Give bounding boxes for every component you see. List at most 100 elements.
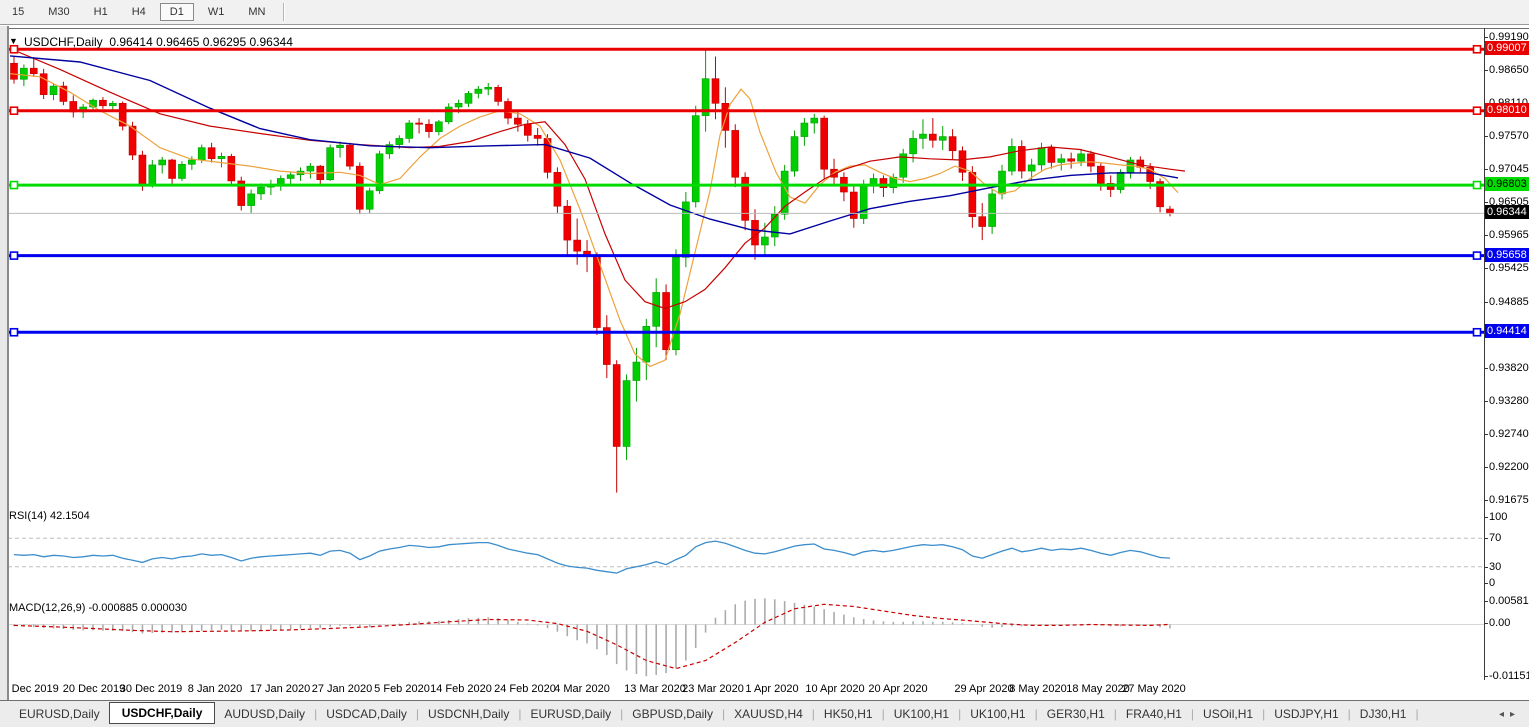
price-tick-label: 0.95965 (1489, 229, 1529, 241)
price-badge-0.98010: 0.98010 (1485, 103, 1529, 117)
date-label: 29 Apr 2020 (954, 683, 1013, 695)
tab-scroll-right-icon[interactable]: ▸ (1510, 709, 1521, 720)
rsi-line (14, 541, 1170, 573)
date-label: 14 Feb 2020 (430, 683, 492, 695)
date-label: 27 Jan 2020 (312, 683, 373, 695)
date-label: 20 Dec 2019 (63, 683, 125, 695)
chart-ohlc-values: 0.96414 0.96465 0.96295 0.96344 (109, 35, 293, 49)
timeframe-button-H4[interactable]: H4 (122, 3, 156, 21)
tab-GBPUSD,Daily[interactable]: GBPUSD,Daily (623, 704, 722, 724)
line-anchor-icon[interactable] (11, 107, 18, 114)
date-label: 5 Feb 2020 (374, 683, 430, 695)
window-left-border (0, 26, 9, 700)
date-label: 23 Mar 2020 (682, 683, 744, 695)
price-badge-0.96803: 0.96803 (1485, 177, 1529, 191)
date-label: 1 Apr 2020 (745, 683, 798, 695)
tab-FRA40,H1[interactable]: FRA40,H1 (1117, 704, 1191, 724)
line-anchor-icon[interactable] (1474, 107, 1481, 114)
price-badge-0.95658: 0.95658 (1485, 248, 1529, 262)
price-tick-label: 0.95425 (1489, 262, 1529, 274)
price-tick-label: 0.94885 (1489, 296, 1529, 308)
tab-USOil,H1[interactable]: USOil,H1 (1194, 704, 1262, 724)
price-tick-label: 0.91675 (1489, 494, 1529, 506)
macd-tick-label: 0.005818 (1489, 595, 1529, 607)
price-tick-label: 0.97045 (1489, 163, 1529, 175)
macd-tick-label: 0.00 (1489, 617, 1529, 629)
price-tick-label: 0.92740 (1489, 428, 1529, 440)
ma-slow-blue (10, 56, 1178, 234)
price-badge-0.96344: 0.96344 (1485, 205, 1529, 219)
chart-marker-icon: ▼ (9, 36, 18, 46)
price-tick-label: 0.93820 (1489, 362, 1529, 374)
macd-histogram (14, 598, 1170, 676)
timeframe-toolbar: 15M30 H1H4D1W1MN (0, 0, 1529, 25)
date-label: 4 Mar 2020 (554, 683, 610, 695)
date-label: 8 Jan 2020 (188, 683, 242, 695)
rsi-panel: RSI(14) 42.1504 (0, 506, 1529, 600)
macd-panel: MACD(12,26,9) -0.000885 0.000030 (0, 598, 1529, 681)
line-anchor-icon[interactable] (11, 252, 18, 259)
date-label: 18 May 2020 (1066, 683, 1130, 695)
chart-tab-bar: EURUSD,DailyUSDCHF,DailyAUDUSD,Daily|USD… (0, 700, 1529, 727)
rsi-label: RSI(14) 42.1504 (9, 510, 90, 522)
chart-title: USDCHF,Daily 0.96414 0.96465 0.96295 0.9… (24, 35, 293, 49)
tab-EURUSD,Daily[interactable]: EURUSD,Daily (10, 704, 109, 724)
date-label: 13 Mar 2020 (624, 683, 686, 695)
line-anchor-icon[interactable] (1474, 252, 1481, 259)
mt4-window: 15M30 H1H4D1W1MN ▼ USDCHF,Daily 0.96414 0… (0, 0, 1529, 727)
date-label: 8 May 2020 (1009, 683, 1066, 695)
timeframe-button-15[interactable]: 15 (2, 3, 34, 21)
timeframe-button-W1[interactable]: W1 (198, 3, 235, 21)
timeframe-button-MN[interactable]: MN (238, 3, 275, 21)
chart-symbol: USDCHF,Daily (24, 35, 103, 49)
price-tick-label: 0.98650 (1489, 64, 1529, 76)
candles (11, 49, 1174, 493)
tab-USDCAD,Daily[interactable]: USDCAD,Daily (317, 704, 416, 724)
rsi-chart (0, 506, 1529, 598)
tab-DJ30,H1[interactable]: DJ30,H1 (1351, 704, 1416, 724)
line-anchor-icon[interactable] (1474, 329, 1481, 336)
date-label: 10 Apr 2020 (805, 683, 864, 695)
macd-label: MACD(12,26,9) -0.000885 0.000030 (9, 602, 187, 614)
toolbar-separator (283, 3, 285, 21)
price-axis-separator (1484, 28, 1485, 680)
tab-scroll-arrows: ◂▸ (1499, 709, 1521, 720)
rsi-tick-label: 0 (1489, 577, 1529, 589)
line-anchor-icon[interactable] (11, 46, 18, 53)
date-label: 17 Jan 2020 (250, 683, 311, 695)
timeframe-button-H1[interactable]: H1 (84, 3, 118, 21)
price-tick-label: 0.92200 (1489, 461, 1529, 473)
timeframe-button-D1[interactable]: D1 (160, 3, 194, 21)
line-anchor-icon[interactable] (1474, 46, 1481, 53)
macd-signal-line (14, 604, 1170, 668)
price-badge-0.99007: 0.99007 (1485, 41, 1529, 55)
date-label: 20 Apr 2020 (868, 683, 927, 695)
tab-HK50,H1[interactable]: HK50,H1 (815, 704, 882, 724)
date-label: 27 May 2020 (1122, 683, 1186, 695)
main-chart-panel: ▼ USDCHF,Daily 0.96414 0.96465 0.96295 0… (0, 28, 1529, 509)
tab-EURUSD,Daily[interactable]: EURUSD,Daily (521, 704, 620, 724)
line-anchor-icon[interactable] (1474, 182, 1481, 189)
tab-separator: | (1415, 707, 1418, 721)
tab-USDJPY,H1[interactable]: USDJPY,H1 (1265, 704, 1347, 724)
candlestick-chart (0, 29, 1529, 507)
date-axis: 11 Dec 201920 Dec 201930 Dec 20198 Jan 2… (0, 680, 1529, 700)
tab-UK100,H1[interactable]: UK100,H1 (885, 704, 958, 724)
tab-AUDUSD,Daily[interactable]: AUDUSD,Daily (215, 704, 314, 724)
date-label: 30 Dec 2019 (120, 683, 182, 695)
tab-UK100,H1[interactable]: UK100,H1 (961, 704, 1034, 724)
tab-USDCHF,Daily[interactable]: USDCHF,Daily (109, 702, 216, 724)
timeframe-button-M30[interactable]: M30 (38, 3, 79, 21)
price-tick-label: 0.93280 (1489, 395, 1529, 407)
tab-XAUUSD,H4[interactable]: XAUUSD,H4 (725, 704, 812, 724)
rsi-tick-label: 70 (1489, 532, 1529, 544)
tab-GER30,H1[interactable]: GER30,H1 (1038, 704, 1114, 724)
line-anchor-icon[interactable] (11, 182, 18, 189)
tab-USDCNH,Daily[interactable]: USDCNH,Daily (419, 704, 518, 724)
tab-scroll-left-icon[interactable]: ◂ (1499, 709, 1510, 720)
rsi-tick-label: 100 (1489, 511, 1529, 523)
date-label: 24 Feb 2020 (494, 683, 556, 695)
rsi-tick-label: 30 (1489, 561, 1529, 573)
line-anchor-icon[interactable] (11, 329, 18, 336)
price-tick-label: 0.97570 (1489, 130, 1529, 142)
